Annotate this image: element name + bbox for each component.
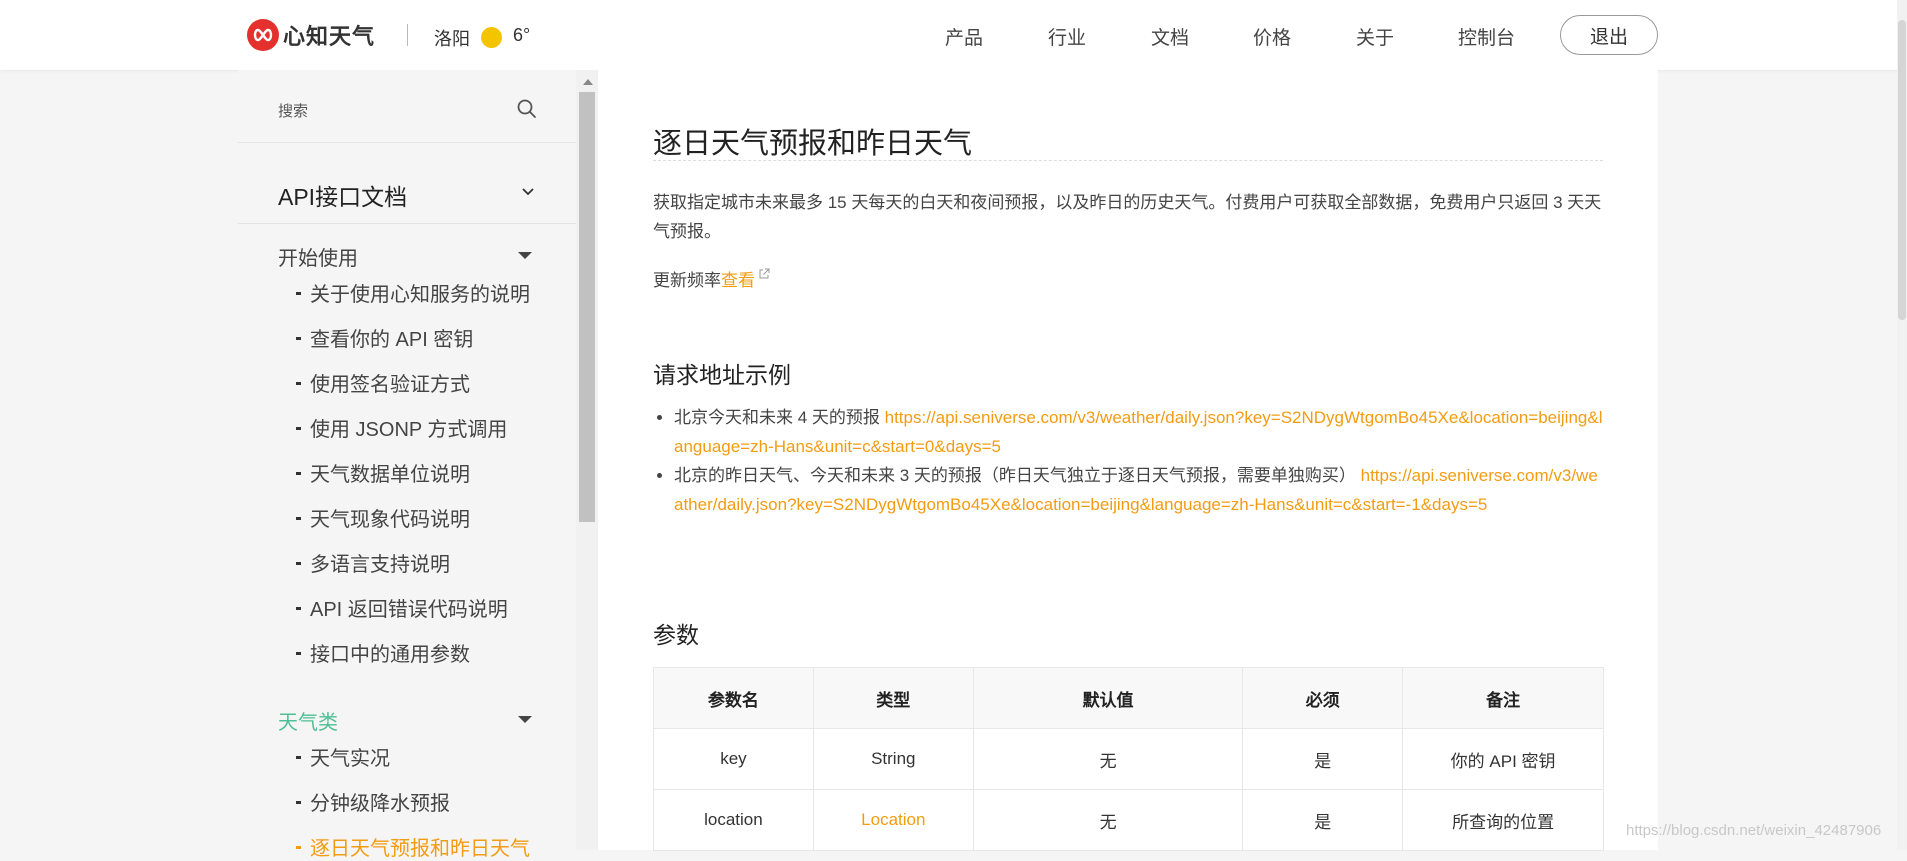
current-temperature: 6° (513, 25, 531, 45)
table-cell: 无 (972, 789, 1244, 851)
sidebar-item[interactable]: 天气现象代码说明 (296, 503, 470, 532)
sidebar-item[interactable]: 使用签名验证方式 (296, 368, 470, 397)
column-header: 类型 (812, 667, 974, 729)
table-cell: key (653, 728, 814, 790)
bullet-icon (296, 652, 301, 656)
location-type-link[interactable]: Location (812, 789, 974, 851)
table-cell: 是 (1242, 789, 1404, 851)
bullet-icon (657, 473, 662, 478)
api-docs-title[interactable]: API接口文档 (278, 178, 407, 212)
chevron-down-icon[interactable] (520, 184, 536, 200)
external-link-icon[interactable] (758, 268, 770, 280)
bullet-icon (296, 607, 301, 611)
bullet-icon (296, 427, 301, 431)
nav-industry[interactable]: 行业 (1048, 23, 1086, 50)
table-cell: 无 (972, 728, 1244, 790)
sidebar-item[interactable]: API 返回错误代码说明 (296, 593, 508, 622)
list-item: 北京的昨日天气、今天和未来 3 天的预报（昨日天气独立于逐日天气预报，需要单独购… (653, 461, 1603, 519)
current-city[interactable]: 洛阳 (434, 25, 470, 51)
sidebar-item[interactable]: 接口中的通用参数 (296, 638, 470, 667)
bullet-icon (296, 801, 301, 805)
table-header-row: 参数名 类型 默认值 必须 备注 (653, 667, 1604, 729)
list-item: 北京今天和未来 4 天的预报 https://api.seniverse.com… (653, 403, 1603, 461)
nav-about[interactable]: 关于 (1356, 23, 1394, 50)
sidebar-group-getting-started[interactable]: 开始使用 (278, 242, 358, 271)
bullet-icon (296, 472, 301, 476)
update-frequency-label: 更新频率 (653, 271, 721, 290)
column-header: 备注 (1402, 667, 1604, 729)
watermark: https://blog.csdn.net/weixin_42487906 (1626, 822, 1882, 839)
nav-pricing[interactable]: 价格 (1253, 23, 1291, 50)
bullet-icon (296, 517, 301, 521)
logout-button[interactable]: 退出 (1560, 15, 1658, 55)
page-description: 获取指定城市未来最多 15 天每天的白天和夜间预报，以及昨日的历史天气。付费用户… (653, 193, 1602, 241)
update-frequency-link[interactable]: 查看 (721, 271, 755, 290)
main-content: 逐日天气预报和昨日天气 获取指定城市未来最多 15 天每天的白天和夜间预报，以及… (598, 70, 1658, 851)
sidebar-divider (238, 142, 576, 143)
sidebar-item[interactable]: 关于使用心知服务的说明 (296, 278, 530, 307)
bullet-icon (296, 292, 301, 296)
column-header: 默认值 (972, 667, 1244, 729)
sidebar-item-active[interactable]: 逐日天气预报和昨日天气 (296, 832, 530, 861)
example-description: 北京的昨日天气、今天和未来 3 天的预报（昨日天气独立于逐日天气预报，需要单独购… (674, 466, 1361, 485)
sidebar-scrollbar[interactable] (576, 70, 598, 850)
nav-docs[interactable]: 文档 (1151, 23, 1189, 50)
top-header: 心知天气 洛阳 6° 产品 行业 文档 价格 关于 控制台 退出 (0, 0, 1907, 70)
logo-text: 心知天气 (283, 24, 376, 49)
bullet-icon (296, 382, 301, 386)
sidebar-item[interactable]: 多语言支持说明 (296, 548, 450, 577)
bullet-icon (657, 415, 662, 420)
table-row: location Location 无 是 所查询的位置 (653, 789, 1604, 851)
update-frequency: 更新频率查看 (653, 266, 770, 291)
nav-console[interactable]: 控制台 (1458, 23, 1515, 50)
bullet-icon (296, 562, 301, 566)
sidebar-item[interactable]: 天气实况 (296, 742, 390, 771)
nav-products[interactable]: 产品 (945, 23, 983, 50)
params-table: 参数名 类型 默认值 必须 备注 key String 无 是 你的 API 密… (653, 667, 1604, 851)
caret-down-icon[interactable] (518, 716, 532, 723)
table-cell: location (653, 789, 814, 851)
logo[interactable]: 心知天气 (247, 19, 375, 51)
table-cell: 所查询的位置 (1402, 789, 1604, 851)
header-divider (407, 24, 408, 46)
column-header: 必须 (1242, 667, 1404, 729)
section-heading-params: 参数 (653, 622, 699, 648)
sidebar-search-input[interactable]: 搜索 (278, 100, 308, 121)
bullet-icon (296, 756, 301, 760)
example-list: 北京今天和未来 4 天的预报 https://api.seniverse.com… (653, 403, 1603, 519)
bullet-icon (296, 846, 301, 850)
example-description: 北京今天和未来 4 天的预报 (674, 408, 885, 427)
scroll-up-arrow-icon[interactable] (583, 79, 593, 85)
section-heading-examples: 请求地址示例 (653, 362, 791, 388)
search-icon[interactable] (516, 98, 538, 120)
table-cell: String (812, 728, 974, 790)
logo-mark-icon (247, 19, 279, 51)
page-scrollbar[interactable] (1897, 0, 1907, 850)
page-title: 逐日天气预报和昨日天气 (653, 128, 973, 160)
sidebar-group-weather[interactable]: 天气类 (278, 706, 338, 735)
sidebar-scrollbar-thumb[interactable] (579, 92, 595, 522)
page-scrollbar-thumb[interactable] (1898, 20, 1906, 320)
sunny-weather-icon (481, 27, 502, 48)
sidebar-divider (238, 223, 576, 224)
title-divider (653, 160, 1603, 161)
sidebar-item[interactable]: 查看你的 API 密钥 (296, 323, 473, 352)
column-header: 参数名 (653, 667, 814, 729)
table-cell: 是 (1242, 728, 1404, 790)
bullet-icon (296, 337, 301, 341)
table-cell: 你的 API 密钥 (1402, 728, 1604, 790)
sidebar-item[interactable]: 天气数据单位说明 (296, 458, 470, 487)
sidebar-item[interactable]: 分钟级降水预报 (296, 787, 450, 816)
caret-down-icon[interactable] (518, 252, 532, 259)
docs-sidebar: 搜索 API接口文档 开始使用 关于使用心知服务的说明 查看你的 API 密钥 … (238, 70, 576, 860)
sidebar-item[interactable]: 使用 JSONP 方式调用 (296, 413, 507, 442)
table-row: key String 无 是 你的 API 密钥 (653, 728, 1604, 790)
